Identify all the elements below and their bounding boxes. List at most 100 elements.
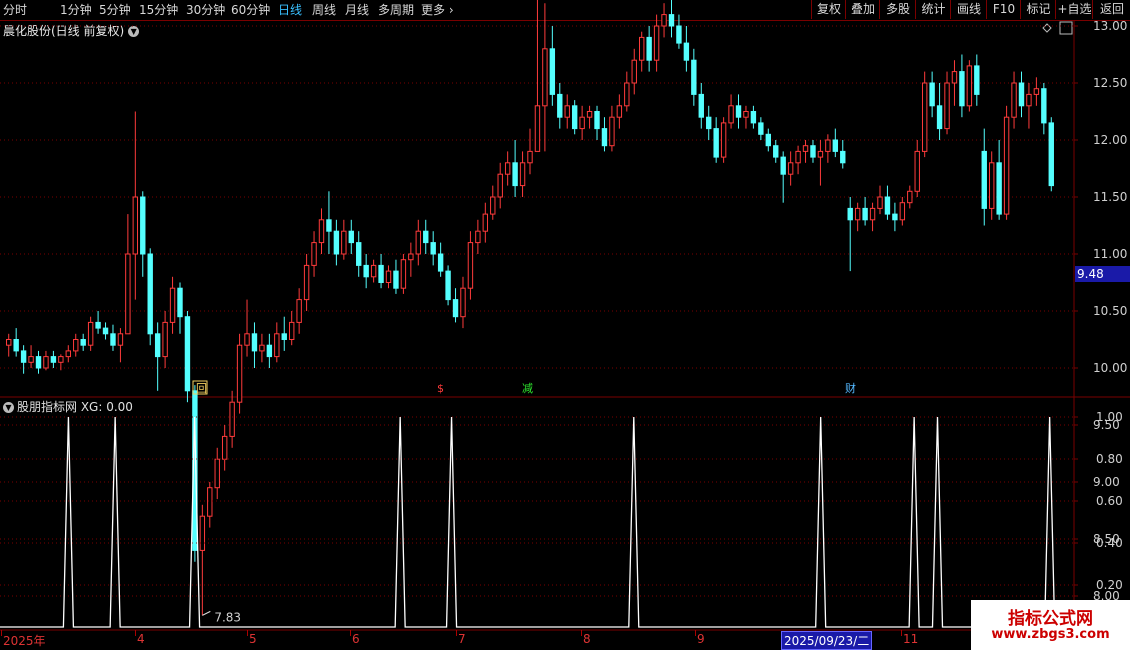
date-tick-mark [247, 630, 248, 636]
date-axis: 2025年 4 5 6 7 8 9 11 2025/09/23/二 [0, 630, 1075, 650]
candle-body [20, 350, 27, 363]
candle-body [467, 242, 474, 289]
kline-chart: 13.5013.0012.5012.0011.5011.0010.5010.00… [0, 0, 1130, 631]
candle-body [490, 196, 496, 215]
date-tick-0: 2025年 [3, 634, 46, 648]
candle-body [117, 333, 124, 346]
candle-body [110, 333, 116, 346]
candle-body [773, 145, 779, 158]
candle-body [646, 36, 652, 61]
candle-body [13, 339, 19, 352]
chevron-down-icon[interactable]: ▼ [3, 402, 14, 413]
watermark-title: 指标公式网 [1008, 609, 1093, 629]
indicator-title-row: ▼ 股朋指标网 XG: 0.00 [3, 398, 133, 415]
candle-body [311, 242, 317, 266]
candle-body [348, 230, 354, 244]
candle-body [951, 71, 958, 84]
candle-body [370, 264, 377, 278]
date-tick-mark [135, 630, 136, 636]
price-axis-label: 13.00 [1093, 19, 1127, 33]
low-pointer [202, 610, 211, 616]
date-tick-mark [1, 630, 2, 636]
candle-body [1048, 122, 1054, 187]
diamond-icon [1042, 23, 1052, 33]
candle-body [921, 82, 928, 152]
candle-body [698, 93, 704, 118]
candle-body [631, 59, 637, 84]
date-tick-mark [901, 630, 902, 636]
candle-body [303, 264, 310, 301]
candle-body [445, 270, 451, 301]
candle-body [177, 287, 183, 318]
candle-body [840, 150, 846, 164]
candle-body [639, 36, 645, 61]
candle-body [393, 270, 399, 289]
candle-body [743, 111, 749, 118]
candle-body [534, 105, 541, 152]
candle-body [73, 339, 79, 352]
candle-body [221, 435, 228, 460]
candle-body [601, 128, 608, 147]
candle-body [557, 93, 563, 118]
candle-body [780, 156, 786, 175]
event-marker-0: 回 [196, 382, 207, 395]
candle-body [408, 253, 414, 261]
candle-body [43, 356, 49, 369]
date-tick-mark [695, 630, 696, 636]
candle-body [6, 339, 12, 346]
indicator-axis-label: 0.80 [1096, 452, 1123, 466]
candle-body [1011, 82, 1017, 118]
candle-body [661, 14, 667, 27]
candle-body [795, 150, 801, 164]
candle-body [892, 213, 898, 221]
date-tick-1: 4 [137, 632, 145, 646]
candle-body [437, 253, 444, 272]
panel-toggle-icon [1059, 21, 1073, 35]
candle-body [184, 316, 191, 392]
date-tick-2: 5 [249, 632, 257, 646]
candle-body [385, 270, 392, 284]
candle-body [1018, 82, 1025, 107]
candle-body [959, 71, 965, 107]
candle-body [497, 173, 503, 198]
candle-body [378, 264, 384, 283]
candle-body [579, 116, 585, 130]
candle-body [214, 458, 220, 489]
candle-body [512, 162, 518, 187]
candle-body [936, 105, 943, 130]
candle-body [80, 339, 86, 346]
candle-body [452, 299, 459, 318]
watermark: 指标公式网 www.zbgs3.com [971, 600, 1130, 650]
candle-body [907, 190, 913, 204]
candle-body [274, 333, 280, 358]
candle-body [624, 82, 630, 107]
candle-body [877, 196, 883, 209]
date-tick-4: 7 [458, 632, 466, 646]
candle-body [750, 111, 757, 124]
candle-body [676, 25, 682, 44]
date-tick-3: 6 [352, 632, 360, 646]
candle-body [259, 344, 265, 352]
candle-body [236, 344, 243, 403]
candle-body [50, 356, 57, 363]
candle-body [1041, 88, 1047, 124]
candle-body [1003, 116, 1010, 215]
candle-body [735, 105, 742, 118]
watermark-url: www.zbgs3.com [991, 627, 1110, 642]
candle-body [549, 48, 556, 95]
price-axis-label: 12.00 [1093, 133, 1127, 147]
candle-body [58, 356, 64, 363]
date-tick-5: 8 [583, 632, 591, 646]
candle-body [504, 162, 511, 175]
candle-body [519, 162, 526, 187]
candle-body [564, 105, 570, 118]
candle-body [899, 202, 906, 221]
indicator-axis-label: 1.00 [1096, 410, 1123, 424]
candle-body [326, 219, 332, 232]
price-axis-label: 11.00 [1093, 247, 1127, 261]
date-tick-7: 11 [903, 632, 919, 646]
candle-body [341, 230, 347, 255]
candle-body [482, 213, 489, 232]
candle-body [787, 162, 794, 175]
date-cursor-label: 2025/09/23/二 [781, 631, 873, 650]
